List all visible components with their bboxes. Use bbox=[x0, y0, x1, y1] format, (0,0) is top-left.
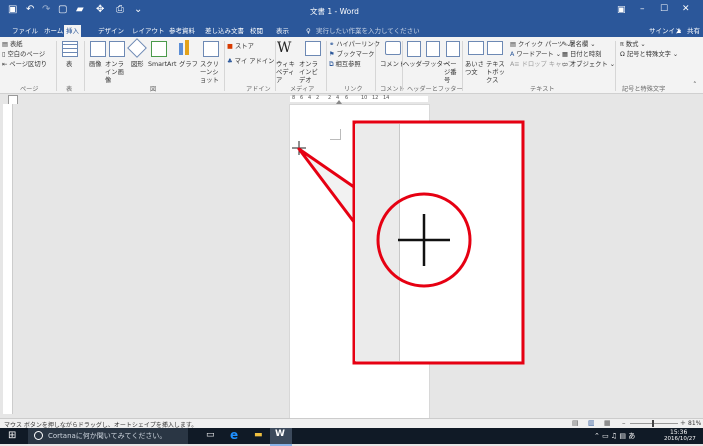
cortana-search-box[interactable]: Cortanaに何か聞いてみてください。 bbox=[28, 428, 188, 444]
word-taskbar-button[interactable]: W bbox=[270, 428, 292, 446]
print-layout-icon[interactable]: ▥ bbox=[588, 419, 595, 427]
windows-start-icon[interactable]: ⊞ bbox=[8, 430, 16, 441]
zoom-in-icon[interactable]: + bbox=[680, 419, 686, 427]
cortana-icon bbox=[34, 431, 43, 440]
read-mode-icon[interactable]: ▤ bbox=[572, 419, 579, 427]
zoom-level[interactable]: 81% bbox=[688, 420, 701, 427]
system-tray-icons[interactable]: ⌃ ▭ ♫ ▤ あ bbox=[594, 431, 635, 441]
clock-time: 15:36 bbox=[670, 429, 688, 436]
zoom-callout bbox=[297, 120, 525, 365]
callout-page-area bbox=[400, 124, 521, 361]
task-view-icon[interactable]: ▭ bbox=[206, 430, 215, 440]
word-app-icon: W bbox=[275, 429, 285, 439]
web-layout-icon[interactable]: ▦ bbox=[604, 419, 611, 427]
edge-browser-icon[interactable]: e bbox=[230, 428, 238, 442]
clock-date: 2016/10/27 bbox=[664, 436, 696, 442]
zoom-out-icon[interactable]: – bbox=[622, 419, 626, 427]
zoom-slider[interactable] bbox=[630, 423, 678, 424]
cortana-placeholder: Cortanaに何か聞いてみてください。 bbox=[48, 432, 167, 440]
file-explorer-icon[interactable]: ▬ bbox=[254, 430, 263, 440]
callout-pointer bbox=[297, 147, 356, 224]
zoom-slider-thumb[interactable] bbox=[652, 420, 654, 427]
taskbar: ⊞ Cortanaに何か聞いてみてください。 ▭ e ▬ W ⌃ ▭ ♫ ▤ あ… bbox=[0, 428, 703, 446]
